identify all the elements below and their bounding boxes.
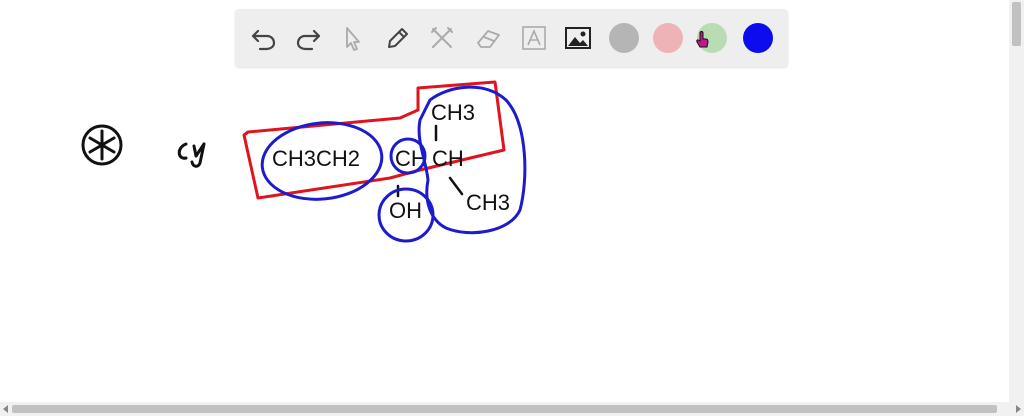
question-label-star [81, 124, 123, 166]
text-tool-button[interactable] [517, 21, 551, 55]
cursor-hand-icon [696, 31, 709, 48]
scroll-left-icon[interactable] [3, 405, 8, 413]
pointer-icon [346, 27, 360, 51]
undo-button[interactable] [247, 21, 281, 55]
tools-button[interactable] [425, 21, 459, 55]
pencil-tool-button[interactable] [381, 21, 415, 55]
scroll-right-icon[interactable] [1016, 405, 1021, 413]
horizontal-scroll-thumb[interactable] [12, 405, 997, 413]
formula-left: CH3CH2 [272, 146, 360, 171]
image-icon [565, 27, 591, 49]
redo-button[interactable] [291, 21, 325, 55]
drawing-toolbar [235, 9, 788, 67]
tools-icon [431, 27, 453, 48]
undo-icon [251, 29, 276, 51]
bond-bottom [448, 176, 464, 196]
vertical-scrollbar[interactable] [1009, 0, 1024, 402]
eraser-tool-button[interactable] [471, 21, 505, 55]
select-tool-button[interactable] [335, 21, 369, 55]
part-label [177, 142, 206, 168]
color-swatch-blue[interactable] [743, 23, 773, 53]
text-icon [522, 26, 546, 50]
horizontal-scrollbar[interactable] [0, 402, 1024, 416]
hydroxyl-group: OH [389, 198, 422, 223]
pencil-icon [388, 28, 408, 48]
methyl-bottom: CH3 [466, 190, 510, 215]
image-tool-button[interactable] [561, 21, 595, 55]
color-swatch-pink[interactable] [653, 23, 683, 53]
center-ch: CH [432, 146, 464, 171]
redo-icon [296, 29, 321, 51]
methyl-top: CH3 [431, 100, 475, 125]
eraser-icon [477, 30, 500, 48]
vertical-scroll-thumb[interactable] [1012, 2, 1021, 46]
color-swatch-gray[interactable] [609, 23, 639, 53]
